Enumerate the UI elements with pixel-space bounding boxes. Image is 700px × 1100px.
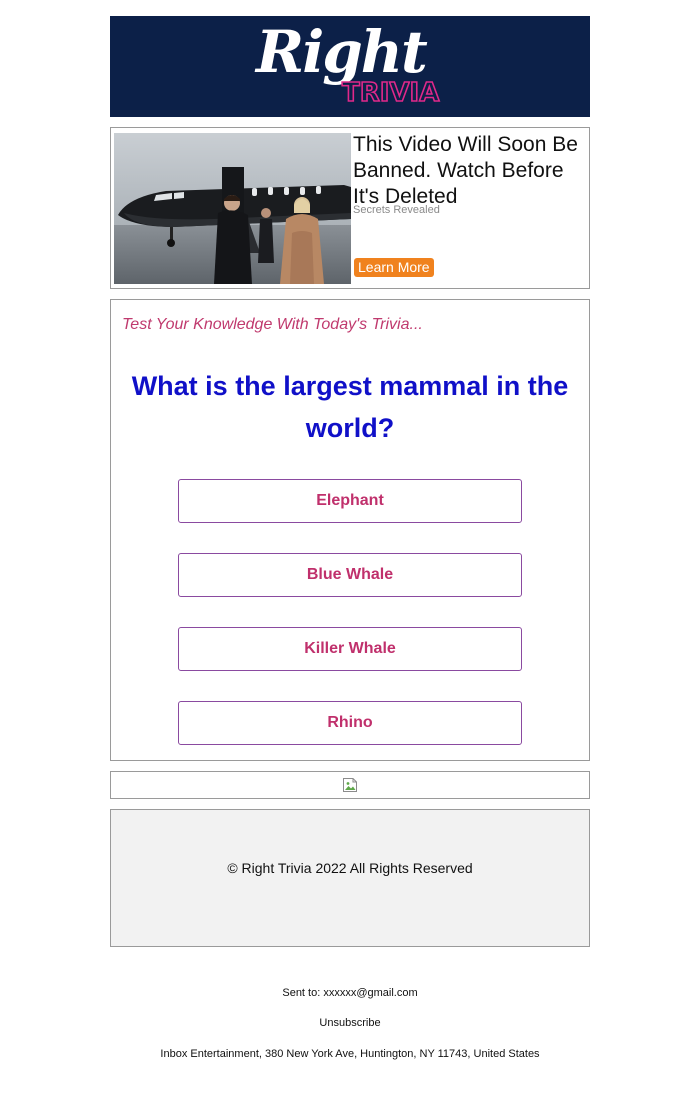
answer-button-elephant[interactable]: Elephant xyxy=(178,479,522,523)
sender-address: Inbox Entertainment, 380 New York Ave, H… xyxy=(160,1048,540,1060)
learn-more-button[interactable]: Learn More xyxy=(354,258,434,277)
trivia-intro-text: Test Your Knowledge With Today's Trivia.… xyxy=(122,316,423,333)
answer-button-rhino[interactable]: Rhino xyxy=(178,701,522,745)
copyright-text: © Right Trivia 2022 All Rights Reserved xyxy=(227,860,473,876)
ad-headline[interactable]: This Video Will Soon Be Banned. Watch Be… xyxy=(353,132,583,210)
trivia-panel: Test Your Knowledge With Today's Trivia.… xyxy=(110,299,590,761)
ad-image-private-jet[interactable] xyxy=(114,133,351,284)
right-trivia-logo[interactable]: Right TRIVIA xyxy=(250,19,450,114)
ad-source-label: Secrets Revealed xyxy=(353,204,440,216)
header-banner[interactable]: Right TRIVIA xyxy=(110,16,590,117)
logo-sub-text: TRIVIA xyxy=(341,78,440,108)
answer-button-blue-whale[interactable]: Blue Whale xyxy=(178,553,522,597)
sponsored-ad[interactable]: This Video Will Soon Be Banned. Watch Be… xyxy=(110,127,590,289)
broken-image-icon[interactable] xyxy=(342,777,358,793)
answer-button-killer-whale[interactable]: Killer Whale xyxy=(178,627,522,671)
recipient-email-link[interactable]: xxxxxx@gmail.com xyxy=(323,987,417,999)
sent-to-label: Sent to: xyxy=(282,987,321,999)
copyright-panel: © Right Trivia 2022 All Rights Reserved xyxy=(110,809,590,947)
logo-script-text: Right xyxy=(256,18,428,86)
sent-to-line: Sent to: xxxxxx@gmail.com xyxy=(0,987,700,999)
email-page: Right TRIVIA This Video Will Soon Be Ban… xyxy=(0,0,700,1100)
trivia-question: What is the largest mammal in the world? xyxy=(131,371,569,443)
unsubscribe-link[interactable]: Unsubscribe xyxy=(319,1017,380,1029)
unsubscribe-line: Unsubscribe xyxy=(0,1017,700,1029)
image-banner-slot xyxy=(110,771,590,799)
